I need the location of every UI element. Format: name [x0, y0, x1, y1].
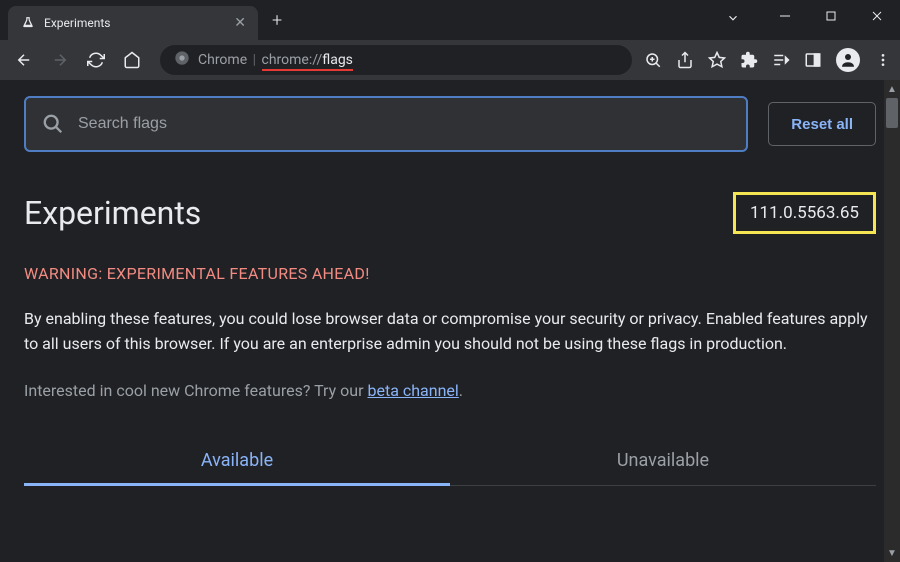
page-content: Reset all Experiments 111.0.5563.65 WARN… — [0, 80, 900, 562]
home-button[interactable] — [116, 44, 148, 76]
version-badge: 111.0.5563.65 — [733, 192, 876, 234]
profile-avatar[interactable] — [836, 48, 860, 72]
address-separator: | — [249, 52, 259, 68]
reset-all-button[interactable]: Reset all — [768, 102, 876, 146]
minimize-button[interactable] — [762, 0, 808, 32]
scrollbar[interactable]: ▲ ▼ — [884, 80, 900, 562]
scroll-down-arrow[interactable]: ▼ — [886, 546, 898, 560]
maximize-button[interactable] — [808, 0, 854, 32]
warning-text: WARNING: EXPERIMENTAL FEATURES AHEAD! — [24, 264, 876, 283]
address-bar[interactable]: Chrome | chrome://flags — [160, 45, 632, 75]
interested-text: Interested in cool new Chrome features? … — [24, 381, 876, 400]
chrome-logo-icon — [174, 50, 190, 70]
flask-icon — [20, 15, 36, 31]
browser-tab[interactable]: Experiments ✕ — [8, 6, 258, 40]
window-controls — [762, 0, 900, 32]
address-scheme: chrome:// — [262, 52, 323, 68]
reload-button[interactable] — [80, 44, 112, 76]
beta-channel-link[interactable]: beta channel — [367, 381, 458, 400]
scroll-up-arrow[interactable]: ▲ — [886, 82, 898, 96]
tab-available[interactable]: Available — [24, 436, 450, 485]
zoom-icon[interactable] — [644, 51, 662, 69]
page-title: Experiments — [24, 194, 201, 232]
new-tab-button[interactable]: + — [272, 10, 282, 31]
close-tab-icon[interactable]: ✕ — [234, 15, 246, 31]
scrollbar-thumb[interactable] — [886, 98, 898, 128]
tab-unavailable[interactable]: Unavailable — [450, 436, 876, 485]
flags-tabs: Available Unavailable — [24, 436, 876, 486]
address-path: flags — [322, 52, 353, 68]
forward-button[interactable] — [44, 44, 76, 76]
menu-icon[interactable] — [874, 51, 892, 69]
back-button[interactable] — [8, 44, 40, 76]
close-window-button[interactable] — [854, 0, 900, 32]
browser-toolbar: Chrome | chrome://flags — [0, 40, 900, 80]
search-box[interactable] — [24, 96, 748, 152]
search-input[interactable] — [78, 115, 730, 133]
share-icon[interactable] — [676, 51, 694, 69]
extensions-icon[interactable] — [740, 51, 758, 69]
description-text: By enabling these features, you could lo… — [24, 307, 876, 357]
search-icon — [42, 113, 64, 135]
window-titlebar: Experiments ✕ + — [0, 0, 900, 40]
bookmark-star-icon[interactable] — [708, 51, 726, 69]
side-panel-icon[interactable] — [804, 51, 822, 69]
chevron-down-icon[interactable] — [726, 10, 740, 29]
reading-list-icon[interactable] — [772, 51, 790, 69]
tab-title: Experiments — [44, 16, 226, 30]
address-prefix: Chrome — [198, 52, 247, 68]
